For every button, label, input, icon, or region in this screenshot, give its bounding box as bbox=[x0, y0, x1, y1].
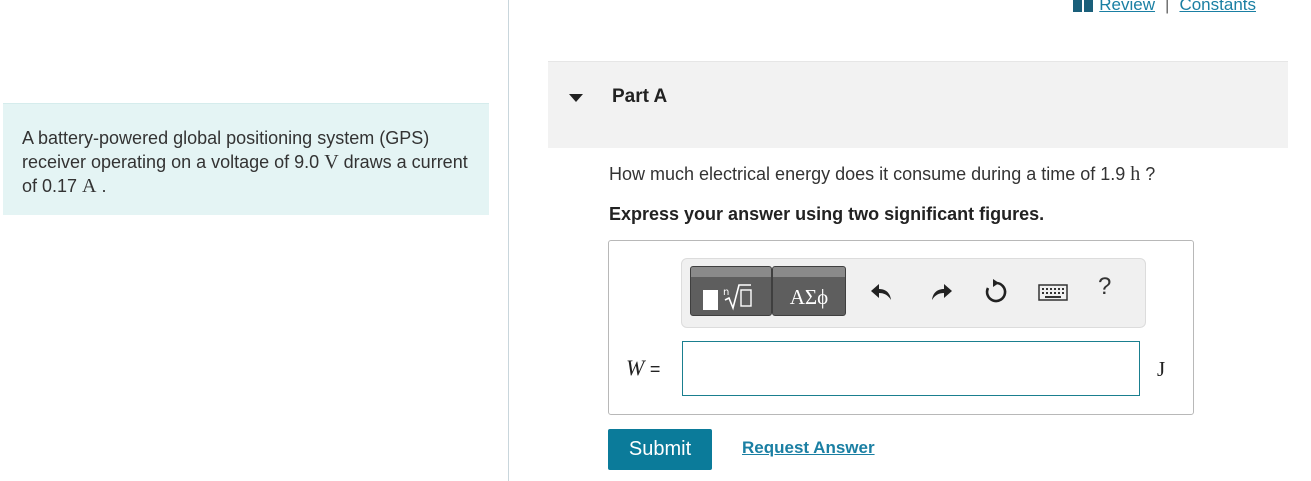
answer-panel: n ΑΣϕ ? W = J bbox=[608, 240, 1194, 415]
request-answer-link[interactable]: Request Answer bbox=[742, 438, 875, 458]
keyboard-icon[interactable] bbox=[1037, 278, 1069, 306]
voltage-unit: V bbox=[324, 151, 339, 173]
templates-button[interactable]: n bbox=[690, 266, 772, 316]
question-text-2: ? bbox=[1140, 164, 1156, 184]
question-text-1: How much electrical energy does it consu… bbox=[609, 164, 1131, 184]
greek-symbols-button[interactable]: ΑΣϕ bbox=[772, 266, 846, 316]
help-icon[interactable]: ? bbox=[1098, 273, 1111, 301]
problem-text-3: . bbox=[96, 176, 107, 196]
redo-icon[interactable] bbox=[927, 278, 955, 306]
answer-unit: J bbox=[1157, 357, 1166, 381]
greek-symbols-label: ΑΣϕ bbox=[789, 285, 829, 309]
constants-link[interactable]: Constants bbox=[1179, 0, 1256, 15]
resource-links: Review | Constants bbox=[1073, 0, 1256, 15]
submit-button[interactable]: Submit bbox=[608, 429, 712, 470]
answer-instruction: Express your answer using two significan… bbox=[609, 204, 1045, 224]
answer-input[interactable] bbox=[682, 341, 1140, 396]
radical-template-icon: n bbox=[723, 284, 752, 311]
collapse-caret-icon[interactable] bbox=[569, 94, 583, 102]
current-unit: A bbox=[82, 175, 97, 197]
question-text: How much electrical energy does it consu… bbox=[609, 163, 1155, 186]
answer-variable: W bbox=[626, 355, 645, 380]
problem-statement: A battery-powered global positioning sys… bbox=[22, 126, 482, 198]
math-toolbar: n ΑΣϕ ? bbox=[681, 258, 1146, 328]
time-unit: h bbox=[1130, 163, 1141, 185]
reset-icon[interactable] bbox=[982, 278, 1010, 306]
undo-icon[interactable] bbox=[868, 278, 896, 306]
left-panel: A battery-powered global positioning sys… bbox=[0, 0, 509, 481]
svg-text:n: n bbox=[723, 287, 729, 298]
link-separator: | bbox=[1165, 0, 1170, 14]
equals-sign: = bbox=[649, 359, 661, 379]
part-header[interactable]: Part A bbox=[548, 61, 1288, 148]
book-icon bbox=[1073, 0, 1094, 12]
answer-variable-label: W = bbox=[626, 355, 660, 381]
template-square-icon bbox=[703, 290, 718, 310]
review-link[interactable]: Review bbox=[1099, 0, 1155, 15]
problem-statement-box: A battery-powered global positioning sys… bbox=[3, 103, 489, 215]
part-title: Part A bbox=[612, 86, 668, 107]
